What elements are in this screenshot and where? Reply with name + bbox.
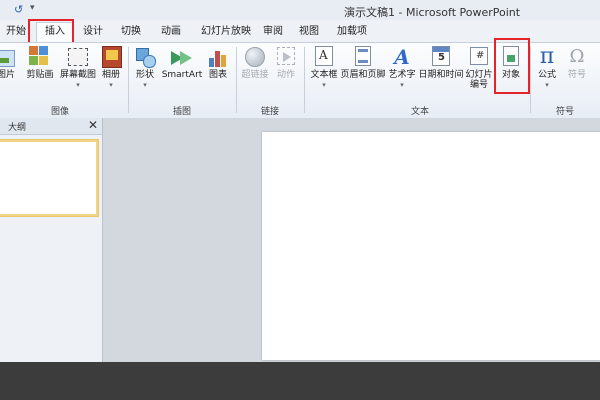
photo-album-button[interactable]: 相册 ▾ (100, 45, 122, 99)
group-separator (304, 47, 305, 113)
title-bar: ↺ ▾ 演示文稿1 - Microsoft PowerPoint (0, 0, 600, 21)
clipart-button[interactable]: 剪贴画 (24, 45, 56, 99)
textbox-label: 文本框 (310, 70, 338, 80)
globe-icon (244, 46, 266, 68)
tab-view[interactable]: 视图 (296, 23, 322, 41)
tab-insert[interactable]: 插入 (36, 22, 74, 43)
close-icon[interactable]: ✕ (88, 118, 98, 132)
hyperlink-button[interactable]: 超链接 (239, 45, 271, 99)
tab-addins[interactable]: 加载项 (334, 23, 370, 41)
slide-number-label-line1: 幻灯片 (465, 70, 493, 80)
screenshot-dropdown-icon: ▾ (76, 81, 80, 89)
action-icon (275, 46, 297, 68)
object-label: 对象 (501, 70, 520, 80)
group-label-symbols: 符号 (555, 107, 574, 117)
undo-icon[interactable]: ↺ (14, 3, 23, 16)
header-footer-icon (352, 46, 374, 68)
group-separator (530, 47, 531, 113)
shapes-icon (134, 46, 156, 68)
textbox-button[interactable]: 文本框 ▾ (307, 45, 341, 99)
datetime-button[interactable]: 日期和时间 (417, 45, 465, 99)
chart-label: 图表 (208, 70, 227, 80)
album-dropdown-icon: ▾ (109, 81, 113, 89)
bottom-bar (0, 362, 600, 400)
object-button[interactable]: 对象 (496, 45, 526, 99)
chart-button[interactable]: 图表 (205, 45, 231, 99)
slide-thumbnail[interactable] (0, 140, 98, 216)
wordart-label: 艺术字 (388, 70, 416, 80)
slide-number-button[interactable]: 幻灯片 编号 (464, 45, 494, 99)
symbol-button[interactable]: Ω 符号 (563, 45, 591, 99)
shapes-label: 形状 (135, 70, 154, 80)
textbox-icon (313, 46, 335, 68)
picture-icon (0, 46, 17, 68)
equation-label: 公式 (537, 70, 556, 80)
customize-quick-access-icon[interactable]: ▾ (30, 3, 35, 13)
tab-design[interactable]: 设计 (78, 23, 108, 41)
clipart-icon (29, 46, 51, 68)
smartart-button[interactable]: SmartArt (160, 45, 204, 99)
tab-transitions[interactable]: 切换 (116, 23, 146, 41)
smartart-label: SmartArt (161, 70, 203, 80)
tab-home[interactable]: 开始 (0, 23, 32, 41)
smartart-icon (171, 46, 193, 68)
screenshot-button[interactable]: 屏幕截图 ▾ (58, 45, 98, 99)
textbox-dropdown-icon: ▾ (322, 81, 326, 89)
screenshot-icon (67, 46, 89, 68)
album-label: 相册 (101, 70, 120, 80)
slides-panel: 大纲 ✕ (0, 118, 103, 362)
ribbon: 图片 剪贴画 屏幕截图 ▾ 相册 ▾ 图像 形状 ▾ SmartArt 图表 插… (0, 42, 600, 120)
slide-number-label-line2: 编号 (469, 80, 488, 90)
symbol-label: 符号 (567, 70, 586, 80)
slide-canvas[interactable] (262, 132, 600, 360)
clipart-label: 剪贴画 (26, 70, 54, 80)
header-footer-button[interactable]: 页眉和页脚 (340, 45, 386, 99)
tab-review[interactable]: 审阅 (260, 23, 286, 41)
header-footer-label: 页眉和页脚 (340, 70, 386, 80)
picture-button[interactable]: 图片 (0, 45, 20, 99)
picture-label: 图片 (0, 70, 15, 80)
hyperlink-label: 超链接 (241, 70, 269, 80)
group-separator (236, 47, 237, 113)
action-label: 动作 (276, 70, 295, 80)
screenshot-label: 屏幕截图 (59, 70, 96, 80)
panel-header: 大纲 ✕ (0, 118, 102, 135)
slide-number-icon (468, 46, 490, 68)
object-icon (500, 46, 522, 68)
group-label-illustrations: 插图 (172, 107, 191, 117)
group-separator (128, 47, 129, 113)
ribbon-tab-bar: 开始 插入 设计 切换 动画 幻灯片放映 审阅 视图 加载项 (0, 20, 600, 43)
equation-button[interactable]: π 公式 ▾ (533, 45, 561, 99)
window-title: 演示文稿1 - Microsoft PowerPoint (344, 6, 521, 19)
shapes-dropdown-icon: ▾ (143, 81, 147, 89)
action-button[interactable]: 动作 (273, 45, 299, 99)
chart-icon (207, 46, 229, 68)
tab-slideshow[interactable]: 幻灯片放映 (196, 23, 256, 41)
wordart-button[interactable]: A 艺术字 ▾ (386, 45, 418, 99)
equation-dropdown-icon: ▾ (545, 81, 549, 89)
datetime-label: 日期和时间 (418, 70, 464, 80)
group-label-links: 链接 (260, 107, 279, 117)
calendar-icon (430, 46, 452, 68)
tab-outline[interactable]: 大纲 (8, 120, 26, 133)
group-label-images: 图像 (50, 107, 69, 117)
group-label-text: 文本 (410, 107, 429, 117)
shapes-button[interactable]: 形状 ▾ (132, 45, 158, 99)
wordart-icon: A (394, 45, 410, 69)
photo-album-icon (100, 46, 122, 68)
wordart-dropdown-icon: ▾ (400, 81, 404, 89)
omega-icon: Ω (569, 46, 585, 67)
tab-animations[interactable]: 动画 (156, 23, 186, 41)
slide-editing-area (103, 118, 600, 362)
pi-icon: π (539, 44, 555, 69)
